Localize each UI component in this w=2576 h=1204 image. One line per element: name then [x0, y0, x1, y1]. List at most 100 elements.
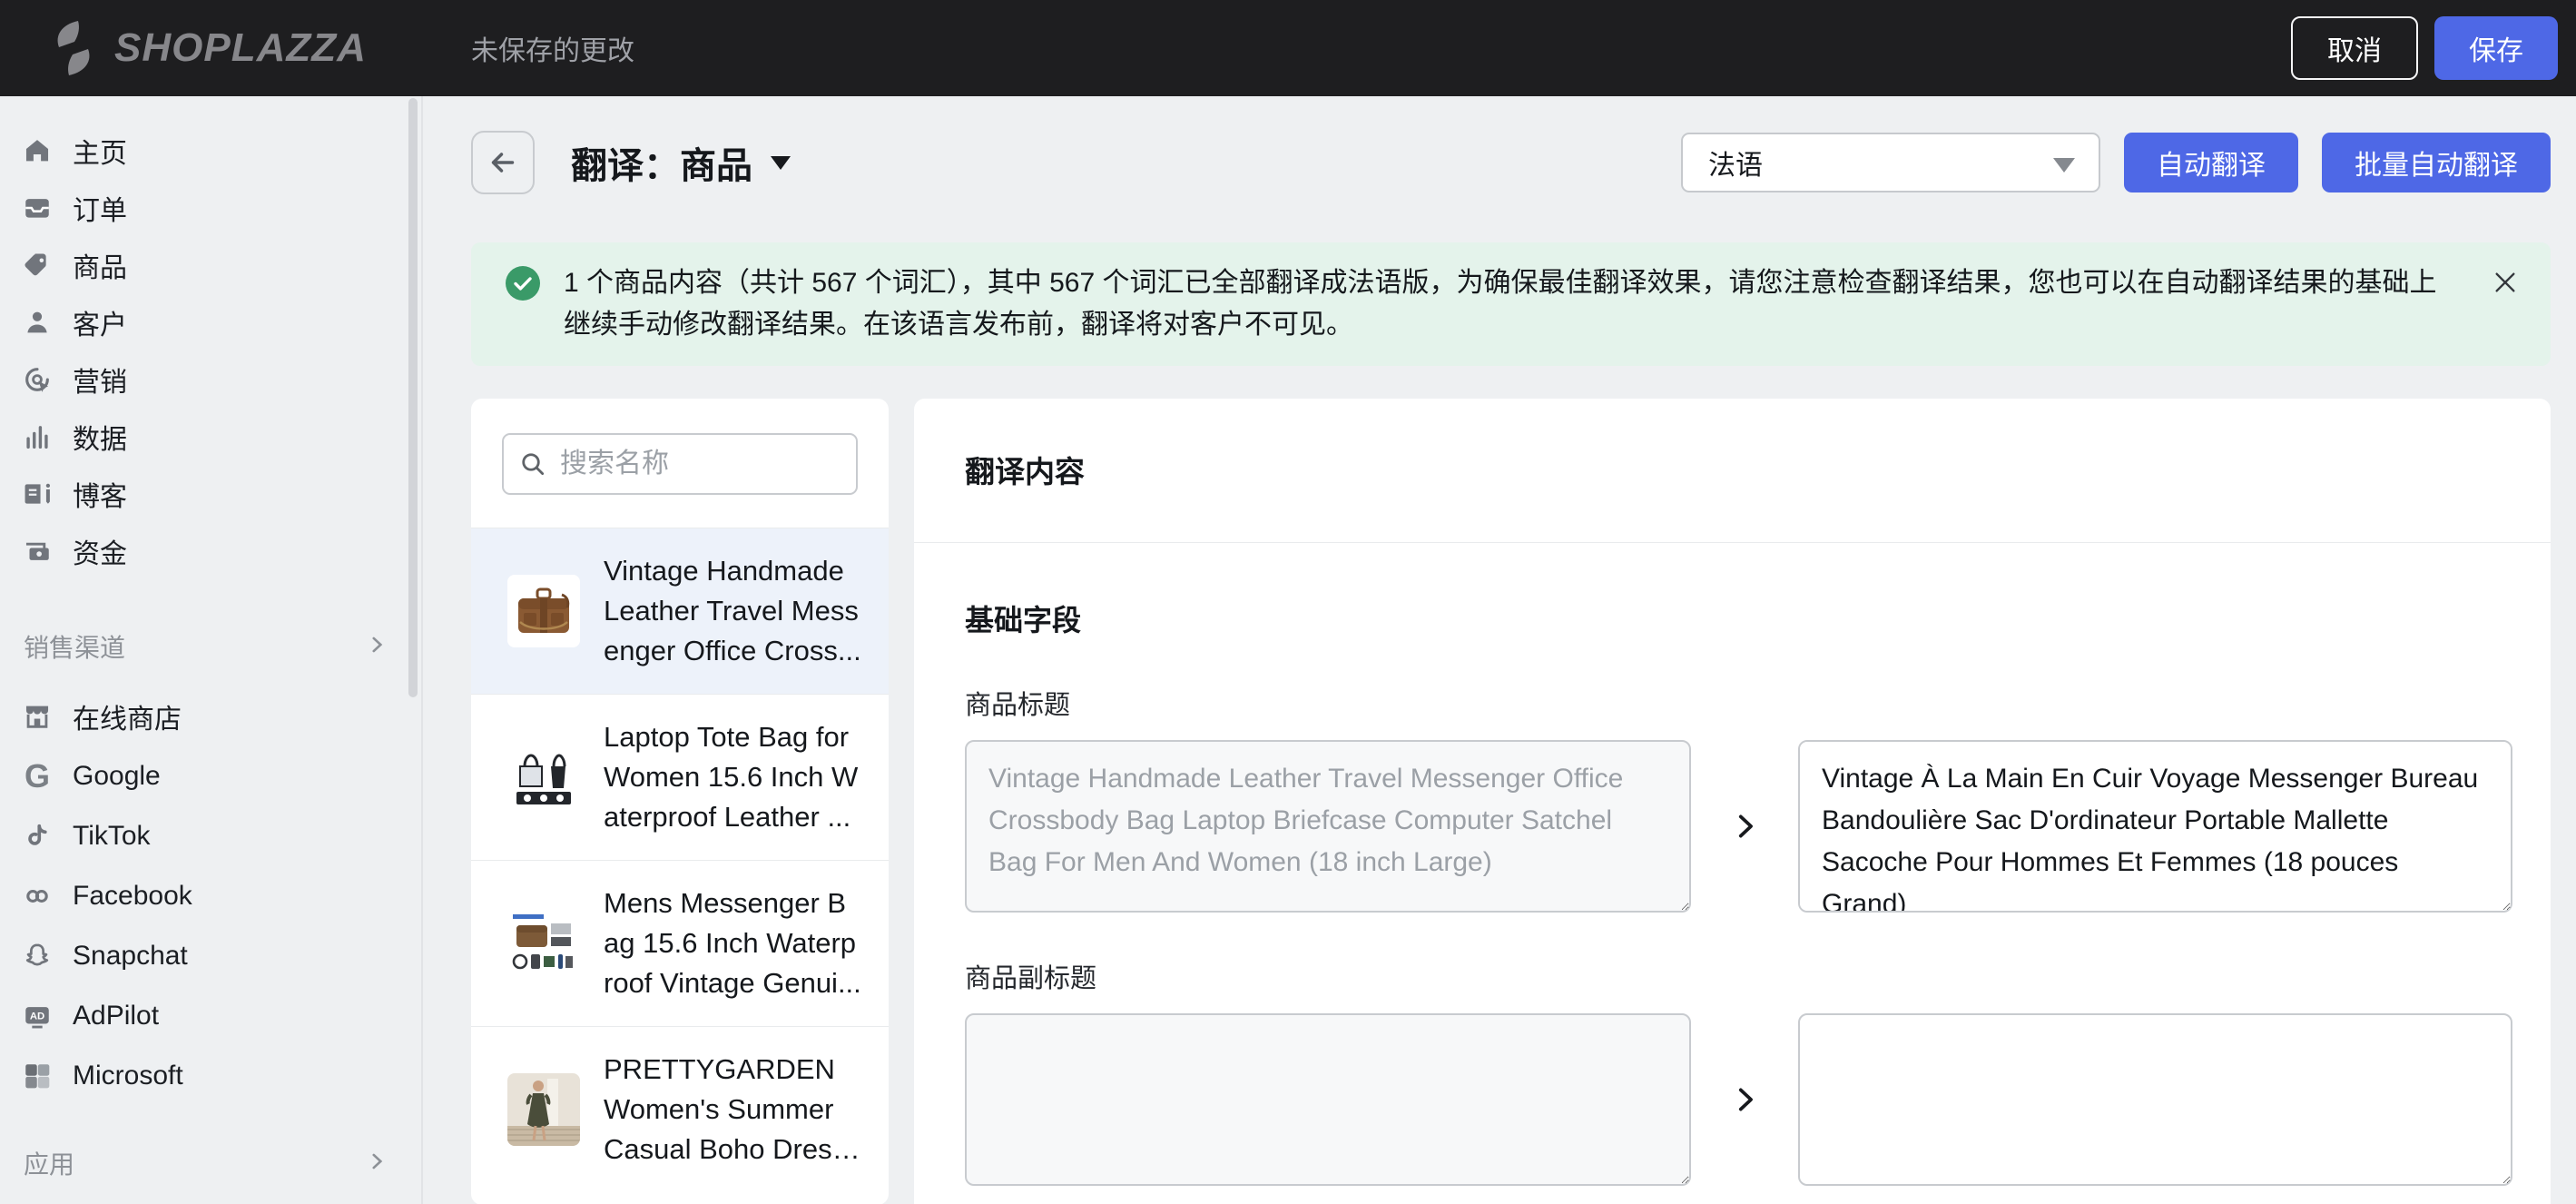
- language-select[interactable]: 法语: [1681, 133, 2100, 192]
- brand-text: SHOPLAZZA: [114, 25, 367, 71]
- sidebar-item-label: Google: [73, 761, 161, 792]
- topbar-actions: 取消 保存: [2291, 16, 2558, 80]
- source-text-product-title: Vintage Handmade Leather Travel Messenge…: [965, 740, 1691, 913]
- app-shell: 主页 订单 商品 客户: [0, 96, 2576, 1204]
- product-title: PRETTYGARDEN Women's Summer Casual Boho …: [604, 1050, 861, 1169]
- blog-icon: [22, 479, 53, 509]
- translation-form: 基础字段 商品标题 Vintage Handmade Leather Trave…: [914, 597, 2551, 1204]
- tiktok-icon: [22, 821, 53, 852]
- product-thumbnail: [507, 907, 580, 980]
- sidebar-item-adpilot[interactable]: AD AdPilot: [0, 986, 421, 1046]
- field-row-product-title: Vintage Handmade Leather Travel Messenge…: [965, 740, 2512, 913]
- cancel-button[interactable]: 取消: [2291, 16, 2418, 80]
- sidebar-item-blog[interactable]: 博客: [0, 465, 421, 522]
- sidebar-item-analytics[interactable]: 数据: [0, 408, 421, 465]
- product-title: Laptop Tote Bag for Women 15.6 Inch Wate…: [604, 717, 861, 837]
- success-banner: 1 个商品内容（共计 567 个词汇），其中 567 个词汇已全部翻译成法语版，…: [471, 242, 2551, 366]
- product-list-panel: Vintage Handmade Leather Travel Messenge…: [471, 399, 889, 1204]
- field-row-product-subtitle: [965, 1013, 2512, 1186]
- auto-translate-button[interactable]: 自动翻译: [2124, 133, 2298, 192]
- content-row: Vintage Handmade Leather Travel Messenge…: [471, 399, 2551, 1204]
- marketing-icon: [22, 364, 53, 395]
- search-box: [502, 433, 858, 495]
- translation-panel-title: 翻译内容: [914, 399, 2551, 543]
- home-icon: [22, 135, 53, 166]
- sidebar-item-tiktok[interactable]: TikTok: [0, 806, 421, 866]
- basic-fields-section-title: 基础字段: [965, 597, 2512, 639]
- customers-icon: [22, 307, 53, 338]
- sidebar-item-microsoft[interactable]: Microsoft: [0, 1046, 421, 1106]
- sidebar-item-label: TikTok: [73, 821, 151, 852]
- sidebar-item-facebook[interactable]: Facebook: [0, 866, 421, 926]
- sidebar-item-home[interactable]: 主页: [0, 122, 421, 179]
- google-icon: G: [22, 761, 53, 792]
- sidebar-channels-nav: 在线商店 G Google TikTok Facebook: [0, 676, 421, 1106]
- sidebar-item-marketing[interactable]: 营销: [0, 350, 421, 408]
- arrow-left-icon: [487, 146, 519, 179]
- sidebar-item-label: 营销: [73, 360, 127, 400]
- sidebar-item-snapchat[interactable]: Snapchat: [0, 926, 421, 986]
- sidebar-item-label: 在线商店: [73, 696, 182, 736]
- sidebar-item-finance[interactable]: 资金: [0, 522, 421, 579]
- sidebar-item-online-store[interactable]: 在线商店: [0, 686, 421, 746]
- shoplazza-logo[interactable]: SHOPLAZZA: [47, 19, 367, 77]
- microsoft-icon: [22, 1061, 53, 1091]
- search-icon: [518, 449, 547, 479]
- chevron-right-icon: [365, 1150, 388, 1178]
- adpilot-icon: AD: [22, 1001, 53, 1031]
- svg-text:AD: AD: [30, 1012, 44, 1022]
- product-title: Mens Messenger Bag 15.6 Inch Waterproof …: [604, 883, 861, 1003]
- target-text-product-title[interactable]: Vintage À La Main En Cuir Voyage Messeng…: [1798, 740, 2512, 913]
- save-button[interactable]: 保存: [2434, 16, 2558, 80]
- caret-down-icon: [771, 156, 791, 170]
- sidebar-main-nav: 主页 订单 商品 客户: [0, 96, 421, 579]
- translation-panel: 翻译内容 基础字段 商品标题 Vintage Handmade Leather …: [914, 399, 2551, 1204]
- batch-auto-translate-button[interactable]: 批量自动翻译: [2322, 133, 2551, 192]
- finance-icon: [22, 536, 53, 567]
- shoplazza-mark-icon: [47, 19, 100, 77]
- sidebar-item-label: 客户: [73, 302, 127, 342]
- sidebar-item-label: 数据: [73, 417, 127, 457]
- product-thumbnail: [507, 741, 580, 814]
- sidebar-item-label: 资金: [73, 531, 127, 571]
- back-button[interactable]: [471, 131, 535, 194]
- snapchat-ghost-icon: [22, 941, 53, 972]
- sidebar-item-label: Facebook: [73, 881, 192, 912]
- sidebar-item-label: 订单: [73, 188, 127, 228]
- sidebar-item-label: 商品: [73, 245, 127, 285]
- sidebar-item-label: AdPilot: [73, 1001, 159, 1031]
- sales-channels-label: 销售渠道: [24, 628, 125, 665]
- target-text-product-subtitle[interactable]: [1798, 1013, 2512, 1186]
- product-title: Vintage Handmade Leather Travel Messenge…: [604, 551, 861, 671]
- sidebar-item-label: 主页: [73, 131, 127, 171]
- caret-down-icon: [2053, 158, 2075, 173]
- sidebar-section-sales-channels[interactable]: 销售渠道: [0, 617, 421, 676]
- search-input[interactable]: [502, 433, 858, 495]
- sidebar-item-products[interactable]: 商品: [0, 236, 421, 293]
- product-list-item[interactable]: Laptop Tote Bag for Women 15.6 Inch Wate…: [471, 694, 889, 860]
- page-header: 翻译：商品 法语 自动翻译 批量自动翻译: [471, 131, 2551, 194]
- source-text-product-subtitle: [965, 1013, 1691, 1186]
- chevron-right-icon: [1691, 740, 1798, 913]
- chevron-right-icon: [365, 633, 388, 661]
- sidebar-section-apps[interactable]: 应用: [0, 1134, 421, 1192]
- banner-message: 1 个商品内容（共计 567 个词汇），其中 567 个词汇已全部翻译成法语版，…: [564, 262, 2449, 346]
- sidebar: 主页 订单 商品 客户: [0, 96, 423, 1204]
- page-title: 翻译：商品: [571, 136, 752, 189]
- unsaved-changes-status: 未保存的更改: [471, 0, 634, 96]
- page-title-dropdown[interactable]: 翻译：商品: [571, 136, 791, 189]
- sidebar-item-customers[interactable]: 客户: [0, 293, 421, 350]
- product-list-item[interactable]: Vintage Handmade Leather Travel Messenge…: [471, 528, 889, 694]
- product-list-item[interactable]: PRETTYGARDEN Women's Summer Casual Boho …: [471, 1026, 889, 1192]
- product-thumbnail: [507, 575, 580, 647]
- topbar: SHOPLAZZA 未保存的更改 取消 保存: [0, 0, 2576, 96]
- check-circle-icon: [504, 264, 542, 302]
- sidebar-item-orders[interactable]: 订单: [0, 179, 421, 236]
- meta-infinity-icon: [22, 881, 53, 912]
- language-select-value: 法语: [1708, 143, 1763, 183]
- product-list-item[interactable]: Mens Messenger Bag 15.6 Inch Waterproof …: [471, 860, 889, 1026]
- sidebar-scrollbar[interactable]: [408, 98, 418, 697]
- sidebar-item-google[interactable]: G Google: [0, 746, 421, 806]
- close-icon[interactable]: [2491, 268, 2520, 297]
- analytics-icon: [22, 421, 53, 452]
